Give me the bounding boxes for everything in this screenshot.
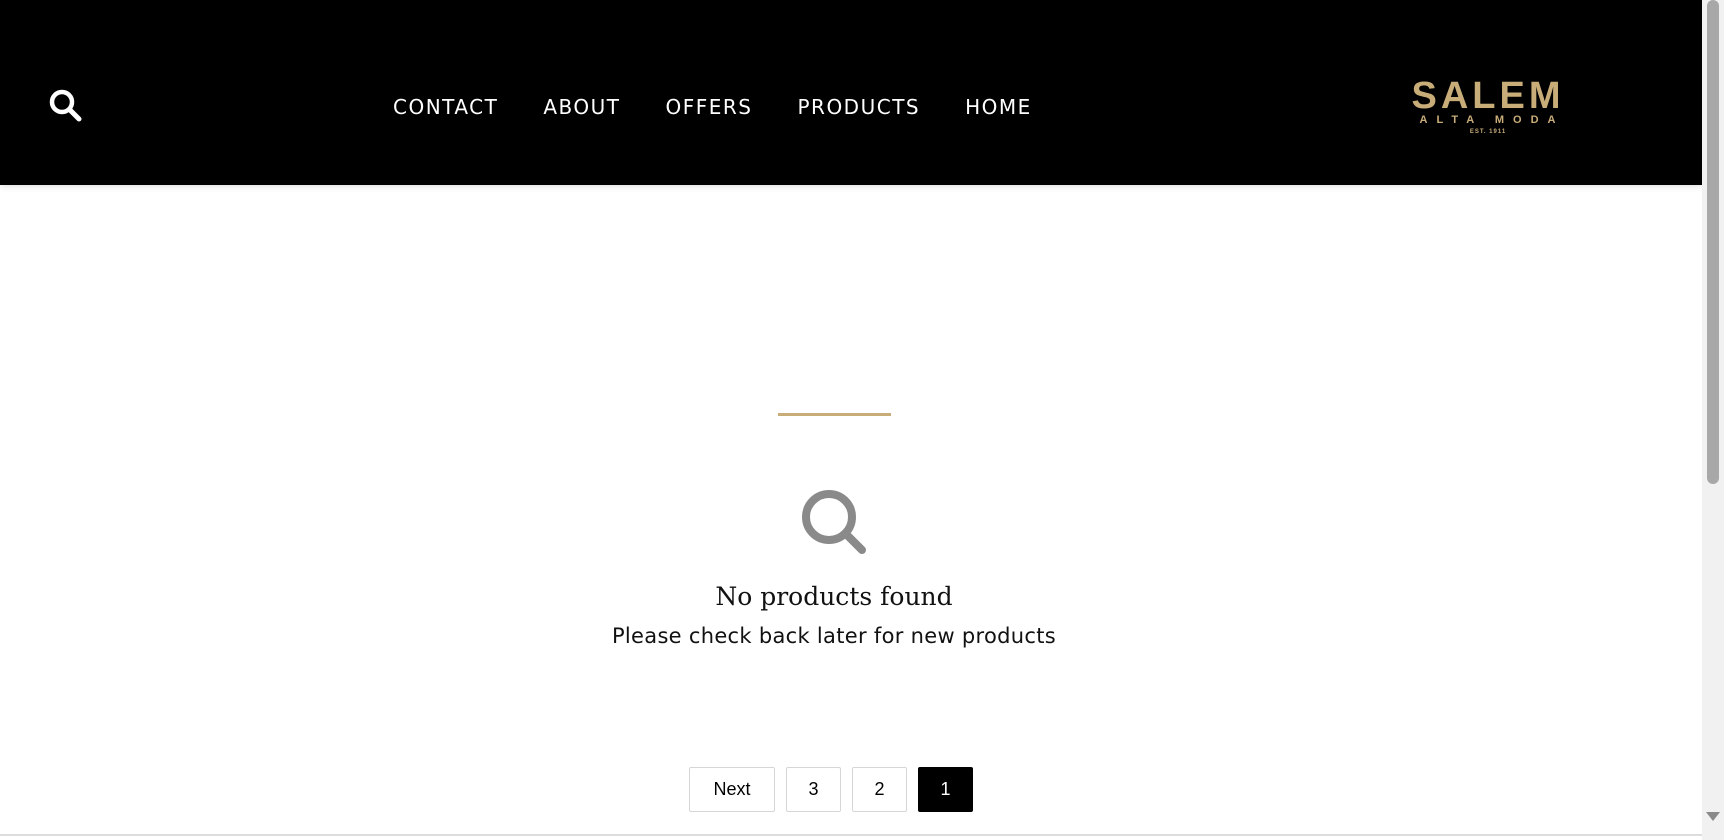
scrollbar-thumb[interactable] [1707,0,1719,484]
pagination-page-1-current[interactable]: 1 [918,767,973,812]
logo-wordmark: SALEM [1411,75,1565,117]
pagination: Next 3 2 1 [689,767,973,812]
empty-state-message: Please check back later for new products [611,624,1057,648]
site-logo[interactable]: SALEM ALTA MODA EST. 1911 [1408,75,1568,138]
pagination-page-2[interactable]: 2 [852,767,907,812]
section-divider [778,413,891,416]
page: CONTACT ABOUT OFFERS PRODUCTS HOME SALEM… [0,0,1724,840]
logo-established: EST. 1911 [1469,129,1507,135]
logo-tagline: ALTA MODA [1419,114,1565,126]
nav-item-offers[interactable]: OFFERS [666,94,753,120]
nav-item-about[interactable]: ABOUT [543,94,620,120]
nav-item-contact[interactable]: CONTACT [393,94,498,120]
empty-state-title: No products found [715,582,953,611]
nav-item-products[interactable]: PRODUCTS [797,94,920,120]
site-header: CONTACT ABOUT OFFERS PRODUCTS HOME SALEM… [0,0,1702,185]
search-icon [802,490,866,554]
header-search-button[interactable] [48,88,84,124]
search-icon [49,89,82,122]
vertical-scrollbar[interactable] [1702,0,1724,840]
scroll-down-arrow-icon[interactable] [1706,812,1720,821]
viewport-bottom-edge [0,834,1702,836]
main-nav: CONTACT ABOUT OFFERS PRODUCTS HOME [393,94,1032,120]
empty-state-icon [798,486,870,558]
nav-item-home[interactable]: HOME [965,94,1032,120]
pagination-page-3[interactable]: 3 [786,767,841,812]
pagination-next-button[interactable]: Next [689,767,775,812]
